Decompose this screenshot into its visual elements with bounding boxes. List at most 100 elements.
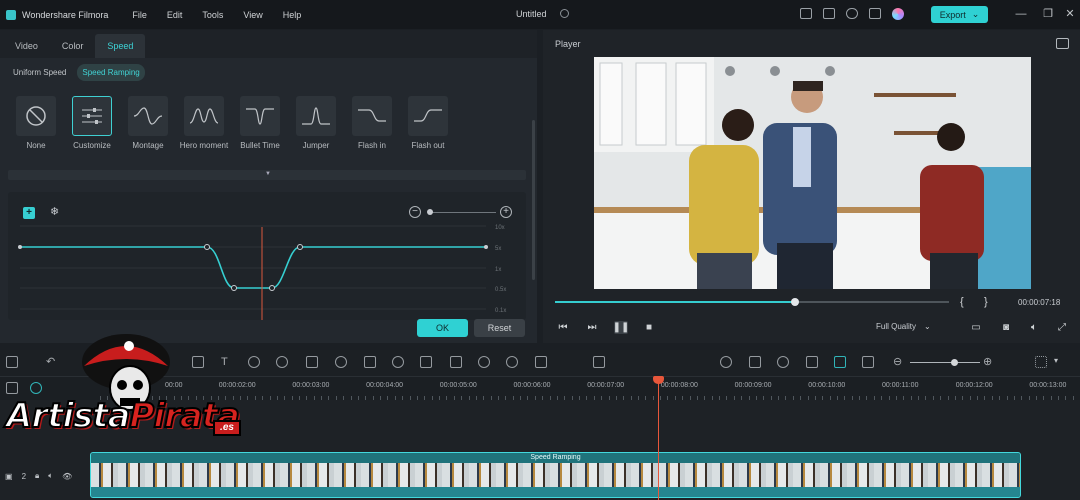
adjust-icon[interactable] [420,356,432,368]
save-icon[interactable] [823,8,835,19]
progress-fill [555,301,796,303]
minimize-icon[interactable]: — [1015,8,1027,20]
display-icon[interactable]: ▭ [969,321,983,334]
preset-bullet-time[interactable]: Bullet Time [232,96,288,151]
sliders-icon [82,108,102,124]
preset-label: Customize [73,141,111,150]
export-button[interactable]: Export ⌄ [931,6,988,23]
cloud-upload-icon[interactable] [846,8,858,19]
no-sign-icon [26,106,46,126]
filmora-window: Wondershare Filmora File Edit Tools View… [0,0,1080,500]
image-icon[interactable] [1056,38,1069,49]
fullscreen-icon[interactable]: ⤢ [1055,321,1069,334]
lock-icon[interactable]: 🔒︎ [35,471,39,481]
ok-button[interactable]: OK [417,319,468,337]
preset-hero-moment[interactable]: Hero moment [176,96,232,151]
timeline-zoom-knob[interactable] [951,359,958,366]
color-icon[interactable] [276,356,288,368]
menu-help[interactable]: Help [283,10,302,20]
watermark-text: ArtistaPirata [5,395,241,437]
speed-icon[interactable] [248,356,260,368]
mute-icon[interactable]: 🔈︎ [48,471,53,481]
playhead[interactable] [658,380,659,500]
voiceover-icon[interactable] [806,356,818,368]
tab-color[interactable]: Color [50,34,96,58]
tab-speed[interactable]: Speed [95,34,146,58]
audio-wave-icon[interactable] [450,356,462,368]
render-icon[interactable] [720,356,732,368]
speed-mode-tabs: Uniform Speed Speed Ramping [8,64,145,81]
keyframe-icon[interactable] [392,356,404,368]
clip-audio-strip [91,487,1020,497]
menu-tools[interactable]: Tools [202,10,223,20]
quality-dropdown[interactable]: Full Quality ⌄ [876,322,931,331]
split-icon[interactable] [535,356,547,368]
preset-jumper[interactable]: Jumper [288,96,344,151]
pip-icon[interactable] [862,356,874,368]
eye-icon[interactable]: 👁︎ [62,472,72,481]
reverse-icon[interactable] [506,356,518,368]
timeline-zoom-out-icon[interactable]: ⊖ [893,356,905,368]
mark-in-button[interactable]: { [960,296,964,308]
preset-collapse-bar[interactable]: ▼ [8,170,526,180]
preset-montage[interactable]: Montage [120,96,176,151]
panel-scrollbar[interactable] [532,120,535,280]
reset-button[interactable]: Reset [474,319,525,337]
close-icon[interactable]: ✕ [1064,8,1076,20]
avatar[interactable] [892,8,904,20]
monitor-icon[interactable] [800,8,812,19]
progress-knob[interactable] [791,298,800,306]
filmora-logo-icon [6,9,16,20]
microphone-icon[interactable] [777,356,789,368]
preset-flash-out[interactable]: Flash out [400,96,456,151]
document-title: Untitled [516,9,547,19]
playback-progress-bar[interactable] [555,298,949,306]
grid-view-icon[interactable] [1035,356,1047,368]
menu-bar: File Edit Tools View Help [132,10,301,20]
snap-icon[interactable] [834,356,846,368]
speed-curve-graph[interactable]: 10x 5x 1x 0.5x 0.1x [8,192,526,320]
mark-out-button[interactable]: } [984,296,988,308]
timer-icon[interactable] [335,356,347,368]
axis-label-01x: 0.1x [495,308,506,314]
preset-label: None [26,141,46,150]
menu-file[interactable]: File [132,10,147,20]
camera-icon[interactable]: ◙ [999,321,1013,334]
audio-stretch-icon[interactable] [593,356,605,368]
next-frame-icon[interactable]: ⏭ [585,321,599,334]
preset-none[interactable]: None [8,96,64,151]
timeline-zoom-in-icon[interactable]: ⊕ [983,356,995,368]
track-video-icon: ▣ [5,471,13,481]
preset-label: Flash in [357,141,386,150]
subtab-uniform-speed[interactable]: Uniform Speed [8,64,71,81]
axis-label-05x: 0.5x [495,287,506,293]
preset-label: Montage [132,141,164,150]
preset-customize[interactable]: Customize [64,96,120,151]
property-panel: Video Color Speed Uniform Speed Speed Ra… [0,30,537,343]
axis-label-1x: 1x [495,267,501,273]
apps-grid-icon[interactable] [869,8,881,19]
stabilize-icon[interactable] [306,356,318,368]
preset-label: Jumper [302,141,330,150]
save-status-icon [560,9,569,18]
restore-icon[interactable]: ❐ [1042,8,1054,20]
preset-flash-in[interactable]: Flash in [344,96,400,151]
montage-curve-icon [133,107,163,125]
tab-video[interactable]: Video [3,34,50,58]
marker-icon[interactable] [749,356,761,368]
stop-icon[interactable]: ■ [642,321,656,334]
timecode: 00:00:07:18 [1018,298,1061,307]
title-bar: Wondershare Filmora File Edit Tools View… [0,0,1080,29]
speed-curve-editor[interactable]: + ❄ − + 10x 5x 1x 0.5x 0.1x [8,192,526,320]
chevron-down-icon[interactable]: ▾ [1054,356,1058,365]
volume-icon[interactable]: 🔈︎ [1027,321,1041,334]
video-preview [594,57,1031,289]
previous-frame-icon[interactable]: ⏮ [556,321,570,334]
timeline-zoom-slider[interactable] [910,362,980,363]
mask-icon[interactable] [364,356,376,368]
pause-icon[interactable]: ❚❚ [613,321,629,334]
menu-view[interactable]: View [243,10,262,20]
ai-icon[interactable] [478,356,490,368]
menu-edit[interactable]: Edit [167,10,183,20]
subtab-speed-ramping[interactable]: Speed Ramping [77,64,145,81]
